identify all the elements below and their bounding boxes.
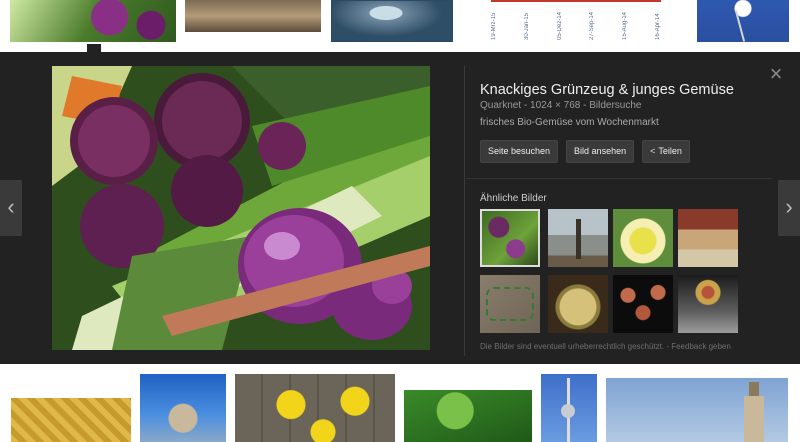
monument-column	[576, 219, 581, 259]
share-label: Teilen	[658, 146, 682, 156]
share-button[interactable]: < Teilen	[642, 140, 690, 163]
similar-image-thumbnail[interactable]	[548, 275, 608, 333]
chart-date-label: 27-Sep-14	[589, 11, 596, 40]
chart-date-label: 19-Mrz-15	[491, 12, 497, 40]
action-buttons: Seite besuchen Bild ansehen < Teilen	[480, 140, 690, 163]
chart-date-label: 05-Dez-14	[556, 11, 563, 40]
chevron-right-icon: ›	[785, 194, 793, 219]
chevron-left-icon: ‹	[7, 194, 15, 219]
close-icon: ×	[769, 61, 783, 86]
next-image-button[interactable]: ›	[778, 180, 800, 236]
thumbnail-statue[interactable]	[140, 374, 226, 442]
thumbnail-tv-tower[interactable]	[541, 374, 597, 442]
thumbnail-church[interactable]	[606, 378, 788, 442]
similar-image-thumbnail[interactable]	[548, 209, 608, 267]
chart-date-label: 16-Apr-14	[654, 13, 661, 40]
similar-image-thumbnail[interactable]	[613, 275, 673, 333]
chart-date-label: 30-Jan-15	[523, 12, 530, 40]
thumbnail-net[interactable]	[11, 398, 131, 442]
dandelion-stem	[734, 10, 746, 42]
thumbnail-figure[interactable]	[331, 0, 453, 42]
image-search-page: 19-Mrz-15 30-Jan-15 05-Dez-14 27-Sep-14 …	[0, 0, 800, 442]
thumbnail-wood[interactable]	[185, 0, 321, 32]
image-description: frisches Bio-Gemüse vom Wochenmarkt	[480, 117, 659, 128]
thumbnail-leaves[interactable]	[404, 390, 532, 442]
view-image-button[interactable]: Bild ansehen	[566, 140, 635, 163]
church-spire	[749, 382, 759, 396]
bottom-thumbnail-strip	[0, 364, 800, 442]
similar-image-thumbnail[interactable]	[678, 275, 738, 333]
chart-date-labels: 19-Mrz-15 30-Jan-15 05-Dez-14 27-Sep-14 …	[491, 4, 661, 40]
thumbnail-dandelion[interactable]	[697, 0, 789, 42]
image-title[interactable]: Knackiges Grünzeug & junges Gemüse	[480, 82, 770, 98]
thumbnail-chart[interactable]: 19-Mrz-15 30-Jan-15 05-Dez-14 27-Sep-14 …	[465, 0, 685, 42]
similar-image-thumbnail[interactable]	[678, 209, 738, 267]
share-icon: <	[650, 146, 656, 156]
vegetables-photo	[52, 66, 430, 350]
previous-image-button[interactable]: ‹	[0, 180, 22, 236]
copyright-feedback-note[interactable]: Die Bilder sind eventuell urheberrechtli…	[480, 342, 731, 351]
section-divider	[466, 178, 772, 179]
preview-image[interactable]	[52, 66, 430, 350]
wires-shape	[486, 287, 534, 321]
similar-image-thumbnail[interactable]	[480, 275, 540, 333]
church-tower	[744, 396, 764, 442]
thumbnail-vegetables[interactable]	[10, 0, 176, 42]
selected-pointer	[87, 44, 101, 52]
top-thumbnail-strip: 19-Mrz-15 30-Jan-15 05-Dez-14 27-Sep-14 …	[0, 0, 800, 52]
chart-date-label: 15-Aug-14	[622, 11, 629, 40]
tower-sphere	[561, 404, 575, 418]
image-meta: Quarknet - 1024 × 768 - Bildersuche	[480, 100, 642, 111]
similar-image-thumbnail[interactable]	[480, 209, 540, 267]
chart-line	[491, 0, 661, 2]
visit-page-button[interactable]: Seite besuchen	[480, 140, 559, 163]
image-preview-panel: ‹ › × Knackiges Grünzeug & junges Gemüse…	[0, 52, 800, 364]
panel-divider	[464, 66, 465, 356]
similar-image-thumbnail[interactable]	[613, 209, 673, 267]
close-button[interactable]: ×	[766, 61, 786, 86]
thumbnail-dandelions[interactable]	[235, 374, 395, 442]
similar-images-heading: Ähnliche Bilder	[480, 193, 547, 204]
